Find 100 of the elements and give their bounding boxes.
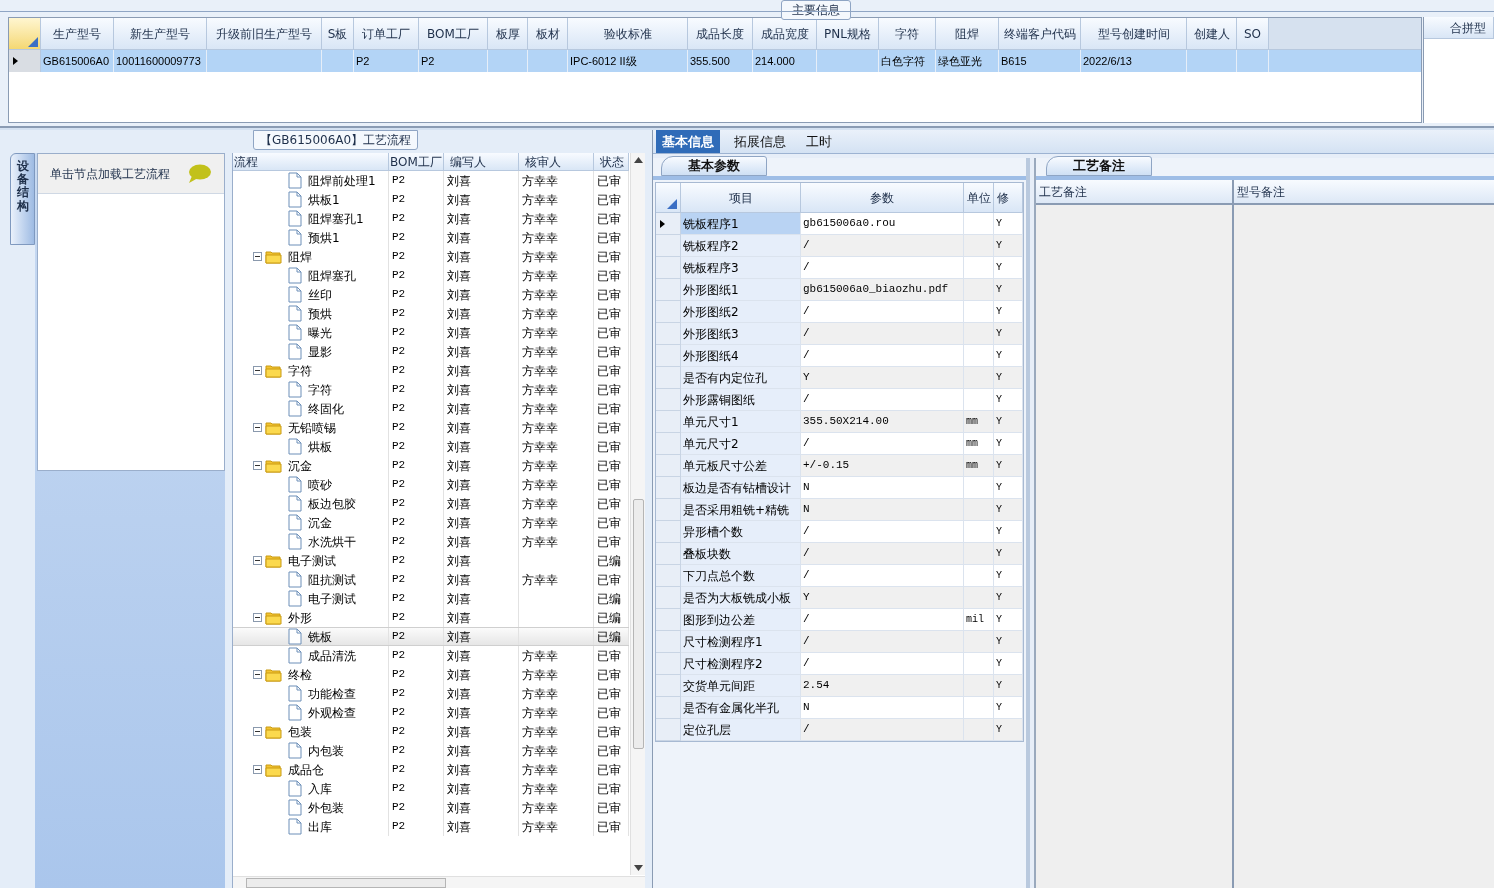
tree-row[interactable]: 出库 P2 刘喜 方幸幸 已审 (233, 817, 629, 836)
column-header[interactable]: 型号创建时间 (1081, 18, 1187, 50)
collapse-icon[interactable] (253, 252, 262, 261)
tree-row[interactable]: 入库 P2 刘喜 方幸幸 已审 (233, 779, 629, 798)
tree-row[interactable]: 阻焊前处理1 P2 刘喜 方幸幸 已审 (233, 171, 629, 190)
column-header[interactable]: 流程 (233, 153, 389, 171)
tree-row[interactable]: 水洗烘干 P2 刘喜 方幸幸 已审 (233, 532, 629, 551)
tab[interactable]: 基本参数 (661, 156, 767, 176)
tree-row[interactable]: 包装 P2 刘喜 方幸幸 已审 (233, 722, 629, 741)
column-header[interactable]: 成品宽度 (753, 18, 817, 50)
tab[interactable]: 拓展信息 (728, 130, 792, 153)
param-row[interactable]: 图形到边公差 / mil Y (656, 609, 1023, 631)
param-row[interactable]: 尺寸检测程序1 / Y (656, 631, 1023, 653)
tab[interactable]: 工艺备注 (1046, 156, 1152, 176)
tree-row[interactable]: 终固化 P2 刘喜 方幸幸 已审 (233, 399, 629, 418)
tree-row[interactable]: 铣板 P2 刘喜 已编 (233, 627, 629, 646)
collapse-icon[interactable] (253, 670, 262, 679)
tree-row[interactable]: 预烘 P2 刘喜 方幸幸 已审 (233, 304, 629, 323)
param-row[interactable]: 外形图纸1 gb615006a0_biaozhu.pdf Y (656, 279, 1023, 301)
tree-row[interactable]: 阻焊塞孔 P2 刘喜 方幸幸 已审 (233, 266, 629, 285)
column-header[interactable]: S板 (322, 18, 354, 50)
column-header[interactable]: 升级前旧生产型号 (207, 18, 322, 50)
param-row[interactable]: 是否有内定位孔 Y Y (656, 367, 1023, 389)
tree-row[interactable]: 阻焊塞孔1 P2 刘喜 方幸幸 已审 (233, 209, 629, 228)
column-header[interactable]: BOM工厂 (389, 153, 444, 171)
tree-row[interactable]: 电子测试 P2 刘喜 已编 (233, 551, 629, 570)
collapse-icon[interactable] (253, 461, 262, 470)
collapse-icon[interactable] (253, 613, 262, 622)
column-header[interactable]: 状态 (594, 153, 629, 171)
column-header[interactable]: 终端客户代码 (999, 18, 1081, 50)
scroll-down-icon[interactable] (633, 865, 643, 871)
param-row[interactable]: 异形槽个数 / Y (656, 521, 1023, 543)
column-header[interactable]: 工艺备注 (1036, 180, 1232, 205)
param-row[interactable]: 是否为大板铣成小板 Y Y (656, 587, 1023, 609)
column-header[interactable]: 订单工厂 (354, 18, 419, 50)
column-header[interactable]: 参数 (801, 183, 964, 213)
param-row[interactable]: 叠板块数 / Y (656, 543, 1023, 565)
column-header[interactable]: 阻焊 (936, 18, 999, 50)
tree-row[interactable]: 曝光 P2 刘喜 方幸幸 已审 (233, 323, 629, 342)
column-header[interactable]: 字符 (879, 18, 936, 50)
tree-row[interactable]: 板边包胶 P2 刘喜 方幸幸 已审 (233, 494, 629, 513)
collapse-icon[interactable] (253, 423, 262, 432)
column-header[interactable]: 型号备注 (1234, 180, 1494, 205)
tree-row[interactable]: 字符 P2 刘喜 方幸幸 已审 (233, 380, 629, 399)
tree-row[interactable]: 预烘1 P2 刘喜 方幸幸 已审 (233, 228, 629, 247)
scroll-thumb[interactable] (246, 877, 446, 888)
param-row[interactable]: 外形图纸2 / Y (656, 301, 1023, 323)
tree-row[interactable]: 显影 P2 刘喜 方幸幸 已审 (233, 342, 629, 361)
tab[interactable]: 基本信息 (656, 130, 720, 153)
tree-row[interactable]: 外包装 P2 刘喜 方幸幸 已审 (233, 798, 629, 817)
tree-row[interactable]: 丝印 P2 刘喜 方幸幸 已审 (233, 285, 629, 304)
param-row[interactable]: 下刀点总个数 / Y (656, 565, 1023, 587)
tree-row[interactable]: 喷砂 P2 刘喜 方幸幸 已审 (233, 475, 629, 494)
param-row[interactable]: 是否有金属化半孔 N Y (656, 697, 1023, 719)
param-row[interactable]: 外形露铜图纸 / Y (656, 389, 1023, 411)
param-row[interactable]: 单元尺寸1 355.50X214.00 mm Y (656, 411, 1023, 433)
column-header[interactable]: 生产型号 (41, 18, 114, 50)
vertical-scrollbar[interactable] (630, 153, 645, 875)
column-header[interactable]: 单位 (964, 183, 994, 213)
param-row[interactable]: 是否采用粗铣+精铣 N Y (656, 499, 1023, 521)
tree-row[interactable]: 成品清洗 P2 刘喜 方幸幸 已审 (233, 646, 629, 665)
param-row[interactable]: 尺寸检测程序2 / Y (656, 653, 1023, 675)
tree-row[interactable]: 烘板1 P2 刘喜 方幸幸 已审 (233, 190, 629, 209)
collapse-icon[interactable] (253, 556, 262, 565)
column-header[interactable]: SO (1237, 18, 1269, 50)
collapse-icon[interactable] (253, 765, 262, 774)
param-row[interactable]: 外形图纸3 / Y (656, 323, 1023, 345)
tree-row[interactable]: 电子测试 P2 刘喜 已编 (233, 589, 629, 608)
tree-row[interactable]: 内包装 P2 刘喜 方幸幸 已审 (233, 741, 629, 760)
tree-row[interactable]: 无铅喷锡 P2 刘喜 方幸幸 已审 (233, 418, 629, 437)
column-header[interactable]: 创建人 (1187, 18, 1237, 50)
column-header[interactable]: PNL规格 (817, 18, 879, 50)
param-row[interactable]: 铣板程序2 / Y (656, 235, 1023, 257)
param-row[interactable]: 铣板程序3 / Y (656, 257, 1023, 279)
param-row[interactable]: 外形图纸4 / Y (656, 345, 1023, 367)
grid-row[interactable]: GB615006A0 10011600009773 P2 P2 IPC-6012 II级 355.500 214.000 白色字符 绿色亚光 B615 2022/6/13 (9, 50, 1421, 72)
column-header[interactable]: 新生产型号 (114, 18, 207, 50)
scroll-up-icon[interactable] (633, 157, 643, 163)
tree-row[interactable]: 功能检查 P2 刘喜 方幸幸 已审 (233, 684, 629, 703)
tree-row[interactable]: 成品仓 P2 刘喜 方幸幸 已审 (233, 760, 629, 779)
param-row[interactable]: 铣板程序1 gb615006a0.rou Y (656, 213, 1023, 235)
collapse-icon[interactable] (253, 727, 262, 736)
column-header[interactable]: 板材 (528, 18, 568, 50)
param-row[interactable]: 交货单元间距 2.54 Y (656, 675, 1023, 697)
column-header[interactable]: 编写人 (444, 153, 519, 171)
column-header[interactable]: 验收标准 (568, 18, 688, 50)
tab[interactable]: 工时 (800, 130, 838, 153)
side-tab[interactable]: 设备结构 (10, 153, 35, 245)
column-header[interactable]: 项目 (681, 183, 801, 213)
tree-row[interactable]: 沉金 P2 刘喜 方幸幸 已审 (233, 456, 629, 475)
collapse-icon[interactable] (253, 366, 262, 375)
column-header[interactable]: 板厚 (488, 18, 528, 50)
column-header[interactable]: 修 (994, 183, 1023, 213)
tree-row[interactable]: 阻焊 P2 刘喜 方幸幸 已审 (233, 247, 629, 266)
column-header[interactable]: BOM工厂 (419, 18, 488, 50)
column-header[interactable]: 合拼型 (1424, 17, 1494, 39)
tree-row[interactable]: 外观检查 P2 刘喜 方幸幸 已审 (233, 703, 629, 722)
param-row[interactable]: 单元板尺寸公差 +/-0.15 mm Y (656, 455, 1023, 477)
param-row[interactable]: 板边是否有钻槽设计 N Y (656, 477, 1023, 499)
column-header[interactable]: 核审人 (519, 153, 594, 171)
